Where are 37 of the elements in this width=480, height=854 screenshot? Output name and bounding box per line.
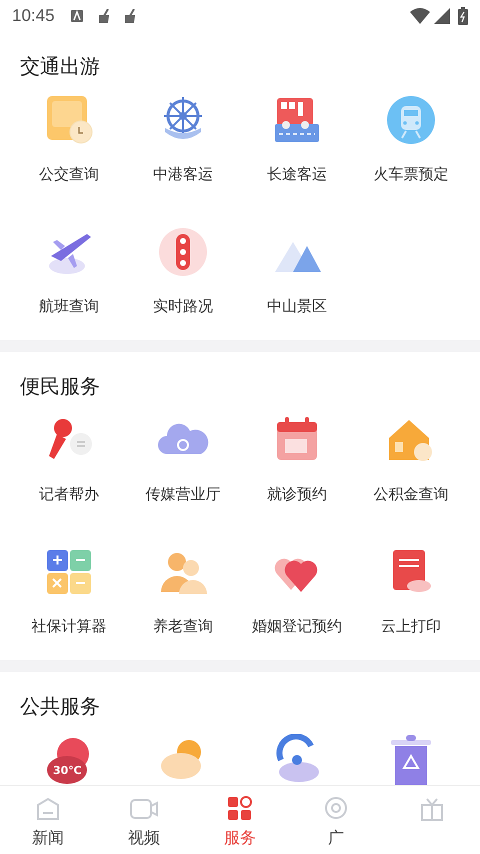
train-icon [385, 94, 437, 146]
service-item[interactable]: 长途客运 [240, 94, 354, 184]
service-item[interactable]: 公交查询 [12, 94, 126, 184]
keyboard-icon [70, 10, 83, 22]
temperature-text: 30℃ [53, 763, 82, 779]
service-item[interactable]: 中山景区 [240, 226, 354, 316]
traffic-light-icon [157, 226, 209, 278]
nav-tab[interactable]: 视频 [96, 786, 192, 854]
service-item[interactable]: 养老查询 [126, 546, 240, 636]
gift-icon [419, 796, 445, 822]
service-item[interactable]: 社保计算器 [12, 546, 126, 636]
broom-icon [124, 9, 135, 23]
service-item[interactable]: 就诊预约 [240, 414, 354, 504]
wifi-icon [410, 8, 430, 24]
grid-icon [227, 796, 253, 822]
nav-tab[interactable]: 广 [288, 786, 384, 854]
status-time: 10:45 [12, 5, 55, 28]
service-item[interactable]: 航班查询 [12, 226, 126, 316]
service-item[interactable]: 实时路况 [126, 226, 240, 316]
service-item[interactable]: 传媒营业厅 [126, 414, 240, 504]
service-item[interactable]: 中港客运 [126, 94, 240, 184]
service-item[interactable]: 婚姻登记预约 [240, 546, 354, 636]
service-item[interactable]: 云上打印 [354, 546, 468, 636]
section-title: 便民服务 [19, 373, 101, 400]
section-title: 公共服务 [19, 693, 101, 720]
home-icon [35, 796, 61, 822]
service-item[interactable]: 火车票预定 [354, 94, 468, 184]
nav-tab[interactable]: 新闻 [0, 786, 96, 854]
video-camera-icon [129, 796, 159, 822]
nav-tab[interactable]: 服务 [192, 786, 288, 854]
service-item[interactable]: 记者帮办 [12, 414, 126, 504]
signal-icon [434, 8, 450, 24]
section-title: 交通出游 [19, 53, 101, 80]
service-item[interactable]: 公积金查询 [354, 414, 468, 504]
battery-icon [458, 7, 468, 25]
service-item[interactable]: 30℃ [12, 734, 126, 785]
broom-icon [98, 9, 109, 23]
